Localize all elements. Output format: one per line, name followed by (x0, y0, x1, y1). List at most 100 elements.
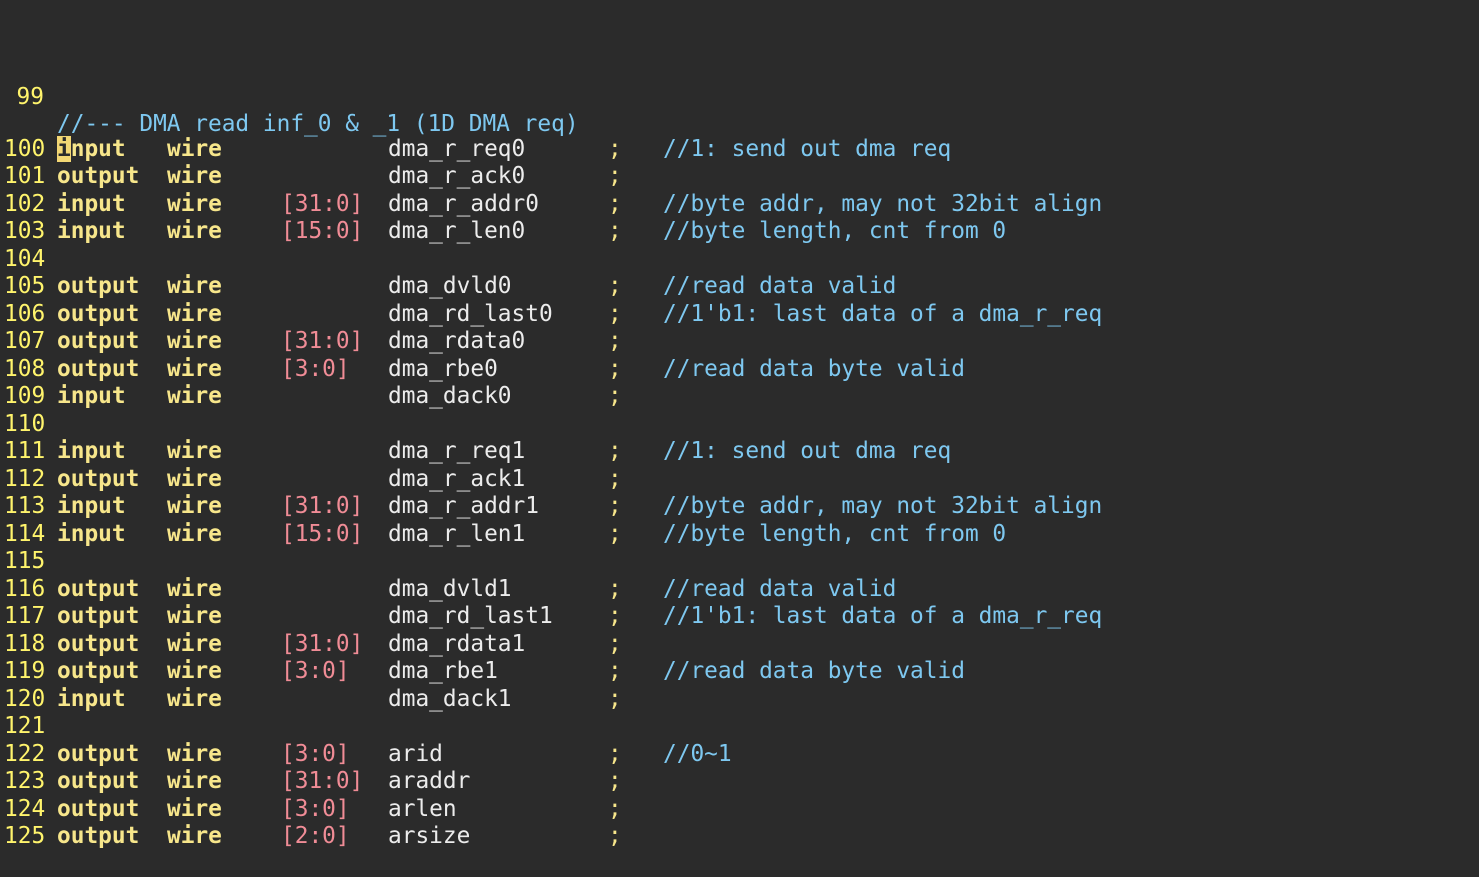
code-line[interactable]: 107 output wire [31:0] dma_rdata0; (0, 328, 1479, 356)
bit-range: [3:0] (281, 658, 350, 684)
code-line[interactable]: 118 output wire [31:0] dma_rdata1; (0, 631, 1479, 659)
code-line[interactable]: 111 input wire dma_r_req1; //1: send out dma… (0, 438, 1479, 466)
line-comment: //byte length, cnt from 0 (663, 218, 1007, 244)
direction-keyword: output (57, 740, 140, 767)
code-line[interactable]: 109 input wire dma_dack0; (0, 383, 1479, 411)
direction-keyword: output (57, 163, 140, 189)
line-number: 121 (4, 713, 46, 739)
signal-name: dma_r_req0 (388, 135, 526, 162)
bit-range: [3:0] (281, 740, 350, 767)
semicolon: ; (608, 795, 622, 822)
code-line[interactable]: 106 output wire dma_rd_last0; //1'b1: last d… (0, 301, 1479, 329)
code-line[interactable]: 115 (0, 548, 1479, 576)
bit-range: [15:0] (281, 218, 364, 244)
line-number: 112 (4, 465, 46, 492)
line-comment: //1: send out dma req (663, 438, 952, 464)
code-line[interactable]: 113 input wire [31:0] dma_r_addr1; //byte add… (0, 493, 1479, 521)
direction-keyword: input (57, 135, 126, 164)
semicolon: ; (608, 465, 622, 492)
code-line[interactable]: 120 input wire dma_dack1; (0, 686, 1479, 714)
code-line[interactable]: 105 output wire dma_dvld0; //read data valid (0, 273, 1479, 301)
code-line[interactable]: 101 output wire dma_r_ack0; (0, 163, 1479, 191)
code-line[interactable]: 112 output wire dma_r_ack1; (0, 466, 1479, 494)
line-number: 119 (4, 658, 46, 684)
code-line[interactable]: 103 input wire [15:0] dma_r_len0; //byte leng… (0, 218, 1479, 246)
direction-keyword: output (57, 355, 140, 382)
signal-name: dma_rdata1 (388, 630, 526, 657)
type-keyword: wire (167, 190, 222, 217)
semicolon: ; (608, 630, 622, 657)
line-number: 113 (4, 493, 46, 519)
code-line[interactable]: 125 output wire [2:0] arsize; (0, 823, 1479, 851)
direction-keyword: output (57, 630, 140, 657)
type-keyword: wire (167, 603, 222, 629)
signal-name: dma_rdata0 (388, 328, 526, 354)
line-number: 106 (4, 300, 46, 327)
signal-name: dma_r_addr1 (388, 493, 539, 519)
bit-range: [31:0] (281, 190, 364, 217)
semicolon: ; (608, 190, 622, 217)
line-comment: //read data byte valid (663, 355, 965, 382)
line-number: 118 (4, 630, 46, 657)
line-comment: //1'b1: last data of a dma_r_req (663, 603, 1103, 629)
semicolon: ; (608, 658, 622, 684)
code-line[interactable]: 122 output wire [3:0] arid; //0~1 (0, 741, 1479, 769)
type-keyword: wire (167, 438, 222, 464)
bit-range: [15:0] (281, 520, 364, 547)
code-line[interactable]: 123 output wire [31:0] araddr; (0, 768, 1479, 796)
type-keyword: wire (167, 300, 222, 327)
line-number: 101 (4, 163, 46, 189)
code-editor[interactable]: 99 //--- DMA read inf_0 & _1 (1D DMA req… (0, 4, 1479, 877)
type-keyword: wire (167, 355, 222, 382)
direction-keyword: input (57, 190, 126, 217)
direction-keyword: output (57, 273, 140, 299)
code-line[interactable]: 116 output wire dma_dvld1; //read data valid (0, 576, 1479, 604)
line-comment: //read data valid (663, 575, 897, 602)
code-line[interactable]: 124 output wire [3:0] arlen; (0, 796, 1479, 824)
direction-keyword: output (57, 603, 140, 629)
code-lines[interactable]: 100 input wire dma_r_req0; //1: send out dma… (0, 135, 1479, 851)
type-keyword: wire (167, 685, 222, 712)
type-keyword: wire (167, 273, 222, 299)
signal-name: arid (388, 740, 443, 767)
bit-range: [3:0] (281, 795, 350, 822)
semicolon: ; (608, 135, 622, 162)
bit-range: [31:0] (281, 493, 364, 519)
semicolon: ; (608, 575, 622, 602)
type-keyword: wire (167, 823, 222, 849)
code-line[interactable]: 104 (0, 246, 1479, 274)
direction-keyword: output (57, 795, 140, 822)
line-number: 99 (16, 83, 44, 110)
line-comment: //0~1 (663, 740, 732, 767)
code-line[interactable]: 117 output wire dma_rd_last1; //1'b1: last d… (0, 603, 1479, 631)
direction-keyword: input (57, 383, 126, 409)
type-keyword: wire (167, 630, 222, 657)
signal-name: dma_r_len1 (388, 520, 526, 547)
semicolon: ; (608, 740, 622, 767)
signal-name: arsize (388, 823, 471, 849)
code-line[interactable]: 114 input wire [15:0] dma_r_len1; //byte leng… (0, 521, 1479, 549)
line-number: 125 (4, 823, 46, 849)
signal-name: dma_r_ack0 (388, 163, 526, 189)
semicolon: ; (608, 603, 622, 629)
code-line[interactable]: 100 input wire dma_r_req0; //1: send out dma… (0, 135, 1479, 164)
signal-name: dma_rd_last1 (388, 603, 553, 629)
code-line-header[interactable]: 99 //--- DMA read inf_0 & _1 (1D DMA req… (0, 56, 1479, 138)
code-line[interactable]: 110 (0, 411, 1479, 439)
line-number: 116 (4, 575, 46, 602)
text-cursor: i (57, 135, 71, 162)
type-keyword: wire (167, 493, 222, 519)
semicolon: ; (608, 438, 622, 464)
code-line[interactable]: 108 output wire [3:0] dma_rbe0; //read data b… (0, 356, 1479, 384)
signal-name: dma_rbe0 (388, 355, 498, 382)
direction-keyword: output (57, 823, 140, 849)
code-line[interactable]: 102 input wire [31:0] dma_r_addr0; //byte add… (0, 191, 1479, 219)
signal-name: dma_dack0 (388, 383, 512, 409)
semicolon: ; (608, 300, 622, 327)
line-number: 103 (4, 218, 46, 244)
code-line[interactable]: 119 output wire [3:0] dma_rbe1; //read data b… (0, 658, 1479, 686)
line-comment: //1'b1: last data of a dma_r_req (663, 300, 1103, 327)
type-keyword: wire (167, 575, 222, 602)
code-line[interactable]: 121 (0, 713, 1479, 741)
direction-keyword: output (57, 658, 140, 684)
